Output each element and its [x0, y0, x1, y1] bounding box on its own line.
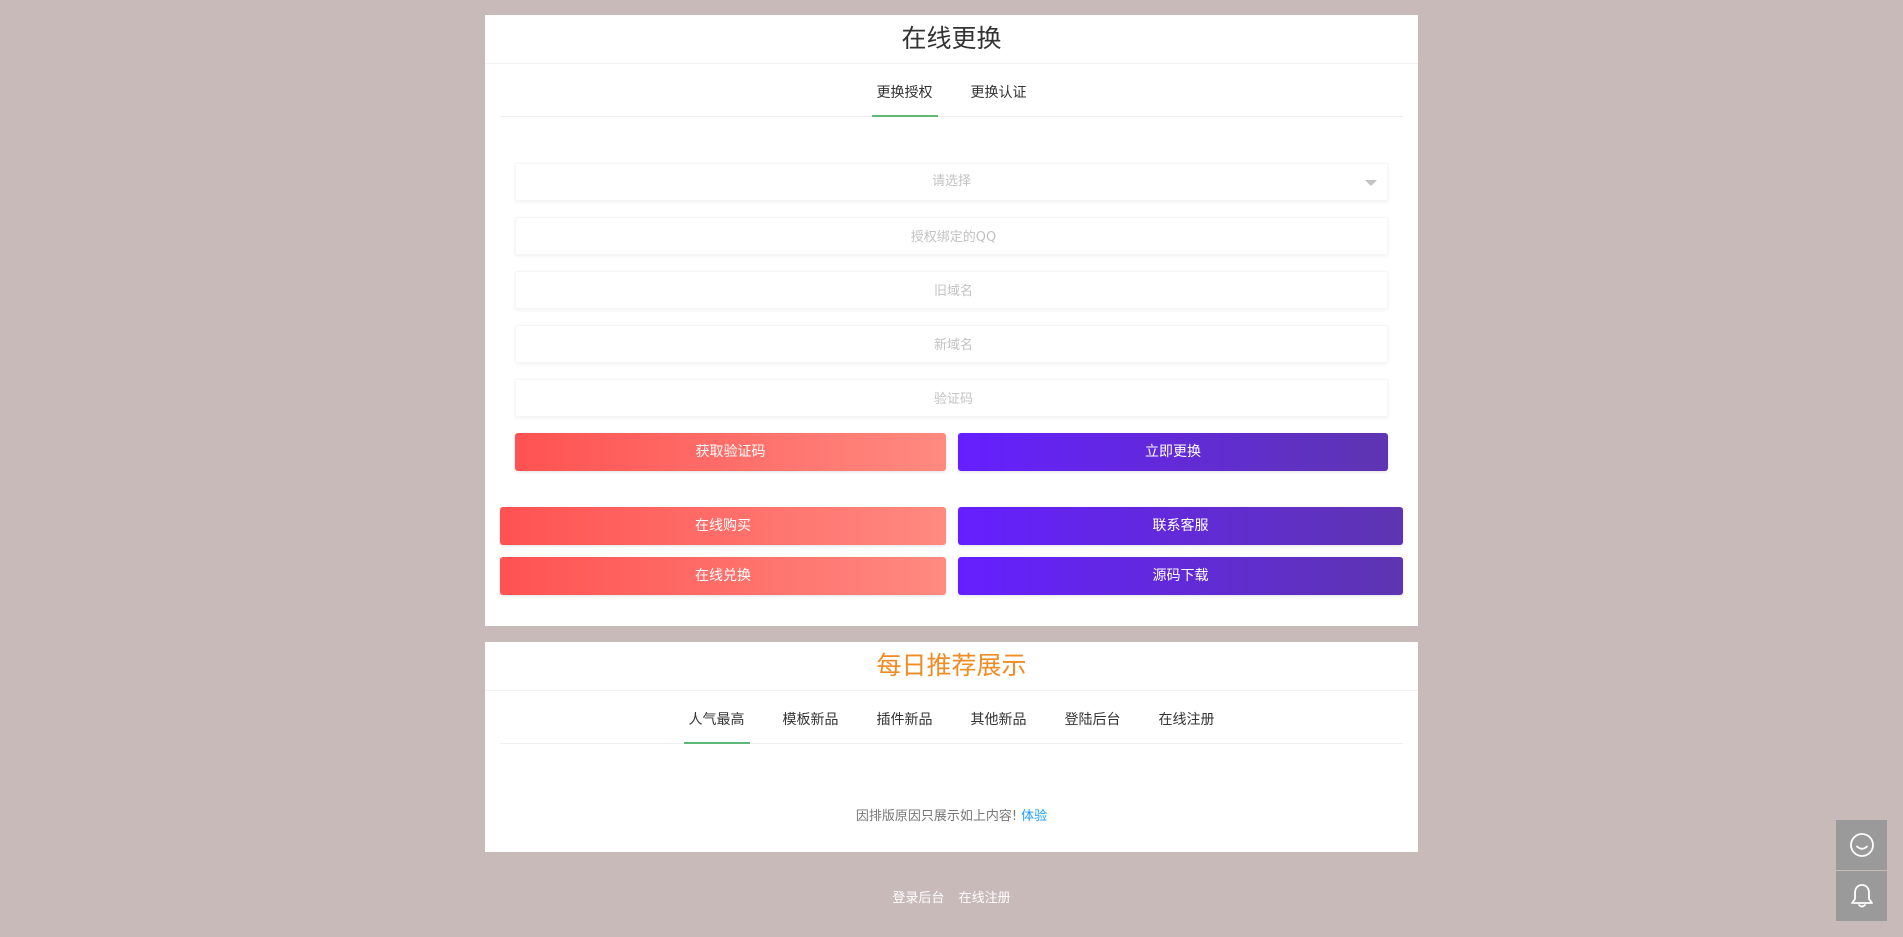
get-code-button[interactable]: 获取验证码	[515, 433, 946, 471]
caret-down-icon	[1365, 180, 1377, 186]
notification-float-button[interactable]	[1836, 871, 1887, 921]
redeem-online-button[interactable]: 在线兑换	[500, 557, 946, 595]
tab-other-new[interactable]: 其他新品	[966, 709, 1032, 744]
bell-icon	[1850, 884, 1873, 908]
footer-login-admin-link[interactable]: 登录后台	[892, 891, 944, 906]
experience-link[interactable]: 体验	[1021, 809, 1047, 824]
layout-notice-text: 因排版原因只展示如上内容!	[855, 809, 1018, 824]
new-domain-input[interactable]	[516, 326, 1391, 364]
captcha-field-wrapper	[515, 379, 1391, 418]
change-panel: 在线更换 更换授权 更换认证 请选择 获取验证码 立即更换 在线购买 联系客服 …	[485, 15, 1418, 626]
footer-register-link[interactable]: 在线注册	[959, 891, 1011, 906]
footer: 登录后台 在线注册	[0, 887, 1903, 906]
tab-new-plugins[interactable]: 插件新品	[872, 709, 938, 744]
tab-register-online[interactable]: 在线注册	[1154, 709, 1220, 744]
old-domain-input[interactable]	[516, 272, 1391, 310]
buy-online-button[interactable]: 在线购买	[500, 507, 946, 545]
layout-notice: 因排版原因只展示如上内容! 体验	[485, 805, 1418, 824]
daily-panel-title: 每日推荐展示	[485, 642, 1418, 691]
tab-most-popular[interactable]: 人气最高	[683, 709, 750, 744]
change-form: 请选择	[515, 163, 1391, 433]
change-panel-title: 在线更换	[485, 15, 1418, 64]
tab-change-certification[interactable]: 更换认证	[966, 82, 1032, 117]
daily-panel: 每日推荐展示 人气最高 模板新品 插件新品 其他新品 登陆后台 在线注册 因排版…	[485, 642, 1418, 852]
chat-float-button[interactable]	[1836, 820, 1887, 870]
product-select[interactable]: 请选择	[515, 163, 1388, 201]
daily-tabs: 人气最高 模板新品 插件新品 其他新品 登陆后台 在线注册	[500, 691, 1403, 744]
tab-new-templates[interactable]: 模板新品	[778, 709, 844, 744]
tab-login-admin[interactable]: 登陆后台	[1060, 709, 1126, 744]
change-tabs: 更换授权 更换认证	[500, 64, 1403, 117]
qq-input[interactable]	[516, 218, 1391, 256]
tab-change-license[interactable]: 更换授权	[871, 82, 938, 117]
change-now-button[interactable]: 立即更换	[958, 433, 1388, 471]
contact-service-button[interactable]: 联系客服	[958, 507, 1403, 545]
old-domain-field-wrapper	[515, 271, 1391, 310]
chat-bubble-icon	[1849, 833, 1874, 857]
qq-field-wrapper	[515, 217, 1391, 256]
captcha-input[interactable]	[516, 380, 1391, 418]
new-domain-field-wrapper	[515, 325, 1391, 364]
product-select-placeholder: 请选择	[931, 174, 971, 189]
source-download-button[interactable]: 源码下载	[958, 557, 1403, 595]
